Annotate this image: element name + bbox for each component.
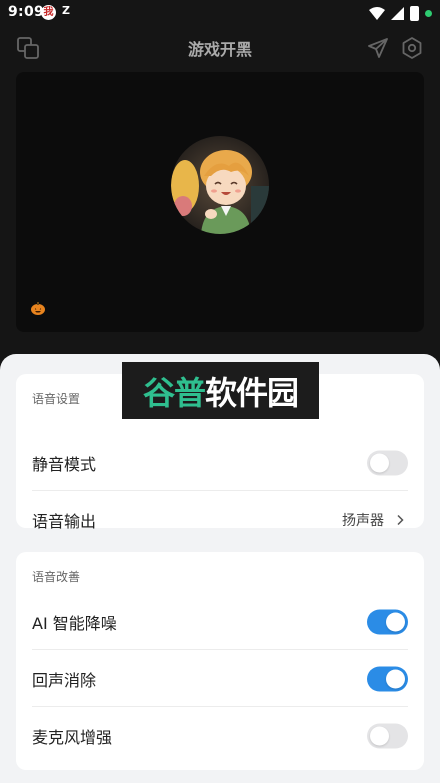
ai-noise-reduction-toggle[interactable] bbox=[367, 609, 408, 634]
watermark-part2: 软件园 bbox=[205, 373, 299, 412]
voice-improve-card: 语音改善 AI 智能降噪 回声消除 麦克风增强 bbox=[16, 552, 424, 770]
watermark-logo: 谷普 软件园 bbox=[122, 362, 319, 419]
notification-badge-icon: 我 bbox=[41, 5, 56, 20]
status-icons bbox=[369, 5, 432, 21]
avatar[interactable] bbox=[171, 136, 269, 234]
watermark-part1: 谷普 bbox=[142, 373, 206, 412]
row-mic-boost: 麦克风增强 bbox=[16, 707, 424, 764]
row-label: 语音输出 bbox=[32, 511, 97, 531]
row-mute-mode: 静音模式 bbox=[16, 434, 424, 491]
row-label: 静音模式 bbox=[32, 454, 97, 474]
top-bar: 游戏开黑 bbox=[0, 26, 440, 70]
row-ai-noise-reduction: AI 智能降噪 bbox=[16, 593, 424, 650]
row-label: 回声消除 bbox=[32, 670, 97, 690]
settings-icon[interactable] bbox=[400, 36, 424, 60]
row-label: 麦克风增强 bbox=[32, 727, 113, 747]
mute-mode-toggle[interactable] bbox=[367, 450, 408, 475]
mic-boost-toggle[interactable] bbox=[367, 723, 408, 748]
notification-letter-icon: Z bbox=[62, 4, 70, 17]
status-time: 9:09 bbox=[8, 4, 45, 20]
row-label: AI 智能降噪 bbox=[32, 613, 117, 633]
section-label: 语音设置 bbox=[32, 392, 81, 406]
privacy-dot-icon bbox=[425, 9, 432, 17]
wifi-icon bbox=[369, 6, 385, 20]
video-preview bbox=[16, 72, 424, 332]
pumpkin-icon bbox=[31, 302, 45, 315]
echo-cancellation-toggle[interactable] bbox=[367, 666, 408, 691]
send-icon[interactable] bbox=[366, 36, 390, 60]
section-label: 语音改善 bbox=[32, 570, 81, 584]
status-bar: 9:09 我 Z bbox=[0, 0, 440, 26]
chevron-right-icon bbox=[397, 514, 404, 525]
row-echo-cancellation: 回声消除 bbox=[16, 650, 424, 707]
voice-output-value: 扬声器 bbox=[342, 512, 384, 529]
row-voice-output[interactable]: 语音输出 扬声器 bbox=[16, 491, 424, 548]
signal-icon bbox=[391, 6, 404, 20]
battery-icon bbox=[410, 5, 419, 21]
